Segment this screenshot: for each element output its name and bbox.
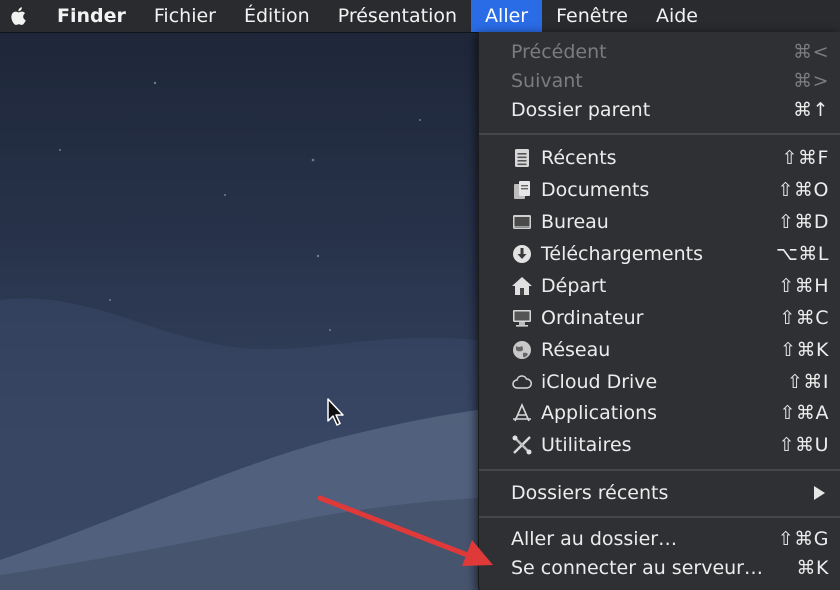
applications-icon: [513, 403, 531, 422]
menu-item-precedent[interactable]: Précédent ⌘<: [479, 37, 840, 67]
menu-item-shortcut: ⇧⌘D: [777, 211, 829, 233]
menu-item-shortcut: ⌘↑: [793, 99, 829, 121]
menu-item-ordinateur[interactable]: Ordinateur ⇧⌘C: [479, 303, 840, 333]
menu-item-bureau[interactable]: Bureau ⇧⌘D: [479, 207, 840, 237]
menu-item-label: Dossiers récents: [511, 482, 669, 504]
menubar-fenetre[interactable]: Fenêtre: [542, 0, 642, 32]
menu-item-label: Se connecter au serveur…: [511, 557, 763, 579]
menu-item-label: iCloud Drive: [541, 371, 658, 393]
menu-item-shortcut: ⇧⌘U: [778, 434, 829, 456]
menu-item-suivant[interactable]: Suivant ⌘>: [479, 66, 840, 96]
menu-item-se-connecter-au-serveur[interactable]: Se connecter au serveur… ⌘K: [479, 553, 840, 583]
menu-item-aller-au-dossier[interactable]: Aller au dossier… ⇧⌘G: [479, 524, 840, 554]
menu-item-label: Applications: [541, 402, 658, 424]
aller-dropdown-menu: Précédent ⌘< Suivant ⌘> Dossier parent ⌘…: [478, 32, 840, 590]
menubar-aller[interactable]: Aller: [471, 0, 543, 32]
menu-separator: [479, 133, 840, 135]
menu-item-shortcut: ⌘K: [796, 557, 829, 579]
menu-item-dossier-parent[interactable]: Dossier parent ⌘↑: [479, 95, 840, 125]
menu-item-label: Récents: [541, 147, 617, 169]
network-icon: [513, 341, 531, 359]
menu-item-label: Documents: [541, 179, 650, 201]
menu-item-shortcut: ⇧⌘A: [779, 402, 829, 424]
menu-item-shortcut: ⌘<: [793, 41, 829, 63]
menu-item-label: Utilitaires: [541, 434, 632, 456]
mouse-cursor-icon: [327, 398, 344, 426]
menu-item-shortcut: ⇧⌘G: [777, 528, 829, 550]
menu-item-applications[interactable]: Applications ⇧⌘A: [479, 398, 840, 428]
menu-item-dossiers-recents[interactable]: Dossiers récents: [479, 478, 840, 508]
submenu-arrow-icon: [814, 486, 825, 500]
icloud-icon: [512, 375, 532, 389]
menu-item-depart[interactable]: Départ ⇧⌘H: [479, 271, 840, 301]
menubar-finder[interactable]: Finder: [57, 0, 140, 32]
menu-item-shortcut: ⌥⌘L: [776, 243, 829, 265]
menu-item-label: Ordinateur: [541, 307, 644, 329]
menu-item-label: Réseau: [541, 339, 611, 361]
menu-item-label: Aller au dossier…: [511, 528, 678, 550]
menu-item-telechargements[interactable]: Téléchargements ⌥⌘L: [479, 239, 840, 269]
apple-logo-icon[interactable]: [9, 5, 29, 27]
menu-item-shortcut: ⇧⌘O: [777, 179, 829, 201]
menu-item-shortcut: ⇧⌘K: [780, 339, 829, 361]
menu-item-label: Précédent: [511, 41, 607, 63]
menu-item-utilitaires[interactable]: Utilitaires ⇧⌘U: [479, 430, 840, 460]
menu-item-shortcut: ⇧⌘F: [781, 147, 829, 169]
home-icon: [512, 277, 532, 295]
menu-item-reseau[interactable]: Réseau ⇧⌘K: [479, 335, 840, 365]
menu-item-label: Départ: [541, 275, 607, 297]
menubar-fichier[interactable]: Fichier: [140, 0, 230, 32]
menu-item-shortcut: ⇧⌘C: [779, 307, 829, 329]
menu-separator: [479, 469, 840, 471]
recents-icon: [515, 149, 529, 167]
menu-item-icloud-drive[interactable]: iCloud Drive ⇧⌘I: [479, 367, 840, 397]
menu-separator: [479, 516, 840, 518]
menu-item-shortcut: ⌘>: [793, 70, 829, 92]
utilities-icon: [512, 435, 532, 455]
menu-item-label: Téléchargements: [541, 243, 703, 265]
documents-icon: [514, 181, 530, 199]
menu-item-label: Bureau: [541, 211, 609, 233]
menubar-aide[interactable]: Aide: [642, 0, 712, 32]
menubar-presentation[interactable]: Présentation: [324, 0, 471, 32]
menu-item-documents[interactable]: Documents ⇧⌘O: [479, 175, 840, 205]
menu-item-shortcut: ⇧⌘H: [778, 275, 829, 297]
menu-item-recents[interactable]: Récents ⇧⌘F: [479, 143, 840, 173]
desktop-icon: [513, 215, 531, 229]
menu-item-label: Dossier parent: [511, 99, 651, 121]
menu-bar: Finder Fichier Édition Présentation Alle…: [0, 0, 840, 32]
menu-item-shortcut: ⇧⌘I: [786, 371, 829, 393]
menu-item-label: Suivant: [511, 70, 583, 92]
downloads-icon: [513, 245, 531, 263]
menubar-edition[interactable]: Édition: [230, 0, 324, 32]
computer-icon: [513, 310, 531, 327]
